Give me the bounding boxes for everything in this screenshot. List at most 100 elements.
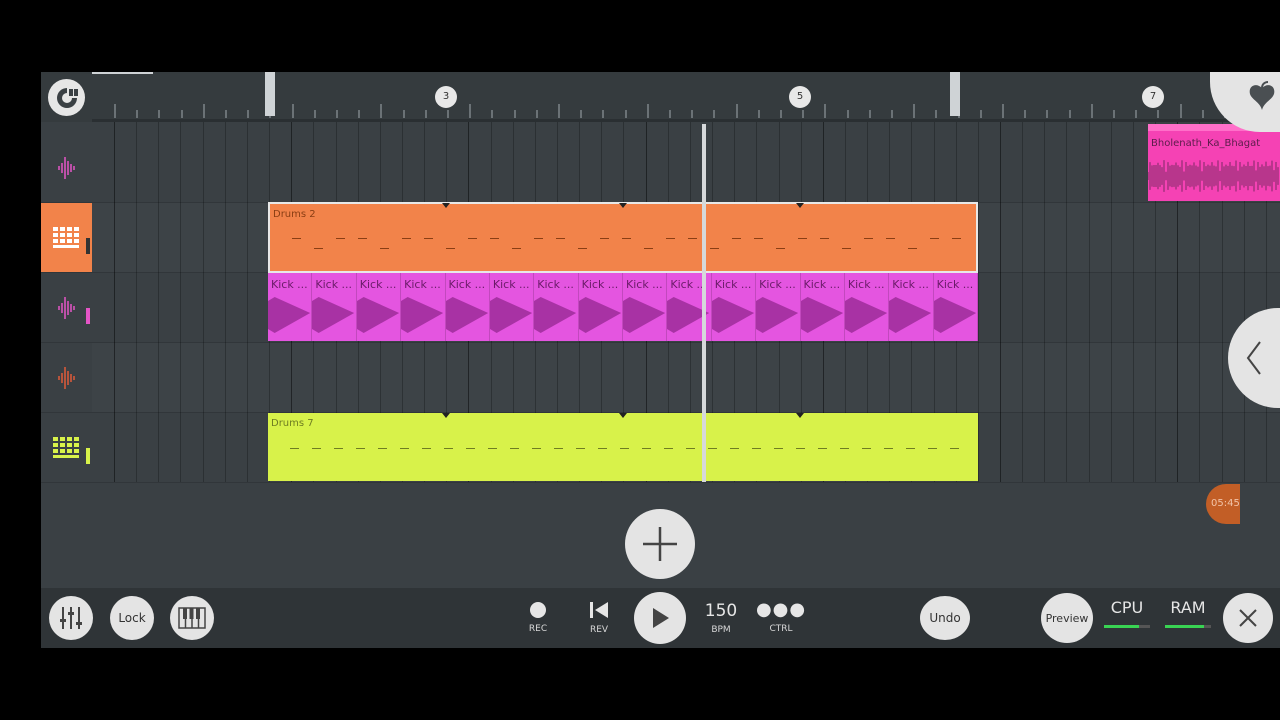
kick-clip[interactable]: Kick ... [844, 273, 890, 341]
lock-button[interactable]: Lock [110, 596, 154, 640]
pattern-pointer [619, 203, 627, 208]
mixer-sliders-icon [60, 607, 82, 629]
kick-clip-label: Kick ... [892, 278, 929, 291]
ruler-tick [780, 110, 782, 118]
note [488, 448, 497, 449]
kick-clip[interactable]: Kick ... [445, 273, 490, 341]
track-header-1[interactable] [41, 133, 92, 203]
kick-clip[interactable]: Kick ... [578, 273, 623, 341]
note [400, 448, 409, 449]
kick-clip[interactable]: Kick ... [356, 273, 402, 341]
note [620, 448, 629, 449]
loop-end-marker[interactable] [950, 72, 960, 116]
ruler-tick [1068, 110, 1071, 118]
note [752, 448, 761, 449]
kick-waveform-shape [534, 297, 577, 333]
note [840, 448, 849, 449]
note [928, 448, 937, 449]
track-header-drums-2[interactable] [41, 203, 92, 273]
kick-clip[interactable]: Kick ... [623, 273, 668, 341]
track-lane-1[interactable] [92, 133, 1280, 203]
kick-clip-row[interactable]: Kick ... Kick ... Kick ... Kick ... Kick ...… [268, 273, 978, 341]
rewind-label: REV [589, 625, 609, 635]
ram-meter[interactable]: RAM [1163, 598, 1213, 628]
close-icon [1239, 609, 1257, 627]
play-button[interactable] [634, 592, 686, 644]
tempo-value: 150 [704, 601, 738, 621]
grid-line [1000, 122, 1001, 482]
snap-magnet-button[interactable] [48, 79, 85, 116]
note [422, 448, 431, 449]
controls-button[interactable]: ●●● CTRL [756, 588, 805, 648]
grid-line [158, 122, 160, 482]
playhead[interactable] [702, 124, 706, 482]
kick-clip[interactable]: Kick ... [889, 273, 934, 341]
ruler-tick [1179, 104, 1182, 118]
kick-clip[interactable]: Kick ... [312, 273, 357, 341]
tempo-control[interactable]: 150 BPM [696, 588, 746, 648]
audio-clip-bholenath[interactable]: Bholenath_Ka_Bhagat [1148, 124, 1280, 201]
kick-waveform [711, 297, 754, 333]
note [468, 238, 477, 239]
note [290, 448, 299, 449]
track-lane-4[interactable] [92, 343, 1280, 413]
track-header-4[interactable] [41, 343, 92, 413]
kick-waveform [401, 297, 444, 333]
pattern-clip-drums-7[interactable]: Drums 7 [268, 413, 978, 481]
add-track-button[interactable] [625, 509, 695, 579]
note [688, 238, 697, 239]
ruler-tick [1135, 110, 1138, 118]
timeline-ruler[interactable]: 3 5 7 [41, 72, 1280, 122]
track-header-3[interactable] [41, 273, 92, 343]
ruler-tick [247, 110, 250, 118]
cpu-meter[interactable]: CPU [1102, 598, 1152, 628]
piano-roll-button[interactable] [170, 596, 214, 640]
kick-clip[interactable]: Kick ... [711, 273, 757, 341]
ruler-tick [802, 110, 805, 118]
kick-clip[interactable]: Kick ... [268, 273, 313, 341]
clip-name: Drums 7 [271, 418, 314, 429]
record-button[interactable]: REC [523, 588, 553, 648]
kick-waveform-shape [623, 297, 666, 333]
track-activity-indicator [86, 238, 90, 254]
magnet-icon [56, 87, 78, 108]
grid-line [180, 122, 182, 482]
kick-clip[interactable]: Kick ... [534, 273, 579, 341]
close-button[interactable] [1223, 593, 1273, 643]
fl-studio-menu-button[interactable] [1210, 72, 1280, 132]
song-position-bar [92, 72, 153, 74]
note [314, 248, 323, 249]
kick-clip-label: Kick ... [626, 278, 663, 291]
clip-name: Bholenath_Ka_Bhagat [1151, 138, 1261, 149]
recording-time-badge[interactable]: 05:45 [1206, 484, 1240, 524]
kick-clip-label: Kick ... [315, 278, 353, 291]
kick-clip[interactable]: Kick ... [756, 273, 801, 341]
ruler-tick [1157, 110, 1160, 118]
ruler-tick [535, 110, 538, 118]
ruler-tick [225, 110, 227, 118]
kick-waveform-shape [800, 297, 843, 333]
loop-start-marker[interactable] [265, 72, 275, 116]
undo-button[interactable]: Undo [920, 596, 970, 640]
note [466, 448, 475, 449]
note [708, 448, 717, 449]
ruler-tick [136, 110, 139, 118]
playlist-app: 3 5 7 Bholenath_Ka_Bhagat Drums 2 Kick .… [41, 72, 1280, 648]
note [490, 238, 499, 239]
mixer-button[interactable] [49, 596, 93, 640]
note [796, 448, 805, 449]
pattern-clip-drums-2[interactable]: Drums 2 [268, 202, 978, 273]
rewind-button[interactable]: REV [584, 588, 614, 648]
ruler-tick [713, 110, 716, 118]
kick-clip[interactable]: Kick ... [800, 273, 845, 341]
kick-clip[interactable]: Kick ... [401, 273, 446, 341]
preview-button[interactable]: Preview [1041, 593, 1093, 643]
note [444, 448, 453, 449]
cpu-level-fill [1104, 625, 1139, 628]
plus-icon [643, 527, 677, 561]
step-sequencer-icon [52, 226, 79, 248]
kick-clip[interactable]: Kick ... [489, 273, 535, 341]
kick-waveform [933, 297, 976, 333]
kick-clip[interactable]: Kick ... [933, 273, 978, 341]
track-header-drums-7[interactable] [41, 413, 92, 483]
